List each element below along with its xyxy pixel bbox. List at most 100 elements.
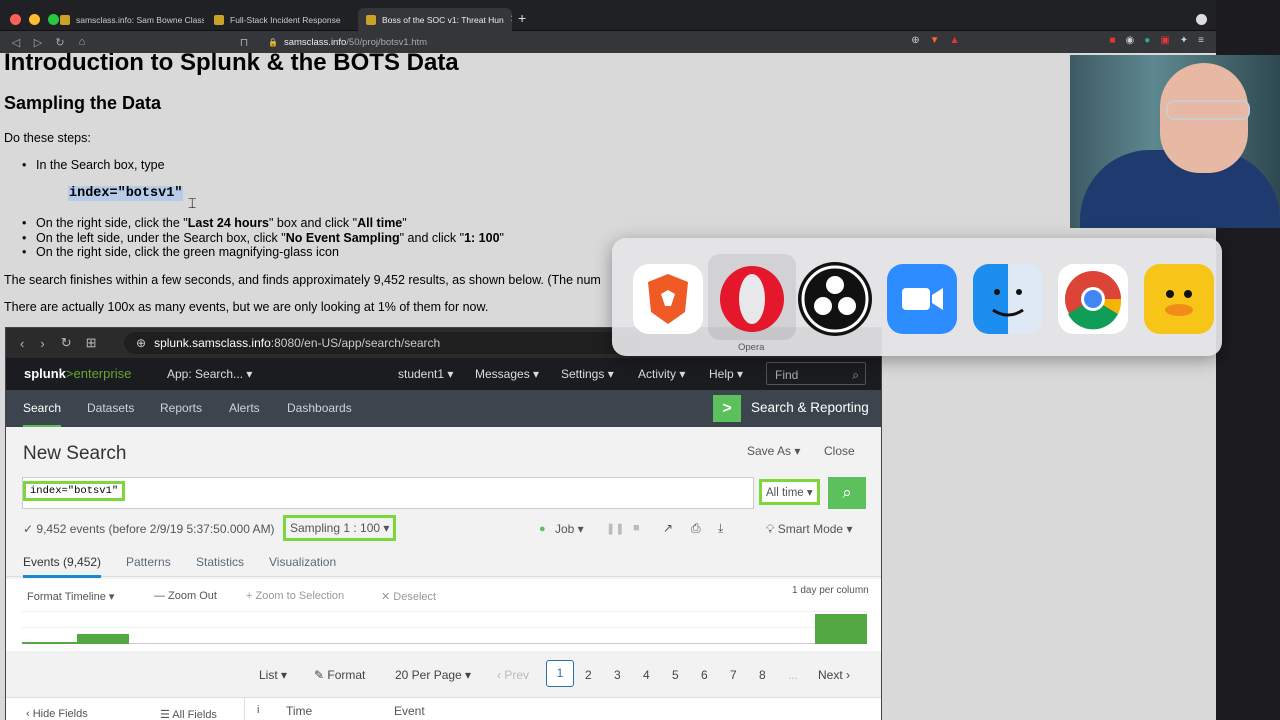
webcam-overlay bbox=[1070, 55, 1280, 228]
paragraph: The search finishes within a few seconds… bbox=[4, 273, 601, 287]
chrome-icon[interactable] bbox=[1058, 264, 1128, 334]
app-switcher: Opera bbox=[612, 238, 1222, 356]
menu-icon[interactable]: ≡ bbox=[1198, 35, 1204, 46]
search-icon: ⌕ bbox=[852, 368, 859, 382]
step-item: In the Search box, type bbox=[22, 158, 165, 172]
result-tabs: Events (9,452) Patterns Statistics Visua… bbox=[6, 547, 881, 578]
code-snippet: index="botsv1" bbox=[68, 186, 184, 201]
browser-tab[interactable]: Full-Stack Incident Response bbox=[206, 8, 354, 31]
page-button: 5 bbox=[672, 668, 679, 682]
reload-icon[interactable]: ↻ bbox=[54, 36, 66, 49]
find-input: Find ⌕ bbox=[766, 362, 866, 385]
web-page: Introduction to Splunk & the BOTS Data S… bbox=[0, 53, 1216, 720]
events-table-header: ‹ Hide Fields ☰ All Fields i Time Event bbox=[6, 697, 881, 720]
close-window-button[interactable] bbox=[10, 14, 21, 25]
opera-icon[interactable] bbox=[717, 264, 787, 334]
search-button-icon: ⌕ bbox=[828, 477, 866, 509]
nav-dashboards: Dashboards bbox=[287, 401, 352, 415]
splunk-logo: splunk>enterprise bbox=[24, 366, 132, 381]
grid-icon: ⊞ bbox=[85, 335, 97, 350]
search-query: index="botsv1" bbox=[22, 481, 126, 501]
activity-menu: Activity ▾ bbox=[638, 367, 686, 381]
next-page-button: Next › bbox=[818, 668, 851, 682]
minimize-window-button[interactable] bbox=[29, 14, 40, 25]
zoom-icon[interactable] bbox=[887, 264, 957, 334]
nav-datasets: Datasets bbox=[87, 401, 135, 415]
extensions-area: ⊕ ▼ ▲ ■ ◉ ● ▣ ✦ ≡ bbox=[911, 35, 1204, 46]
hide-fields-button: ‹ Hide Fields bbox=[26, 708, 88, 720]
app-menu: App: Search... ▾ bbox=[167, 367, 253, 381]
brave-icon[interactable] bbox=[633, 264, 703, 334]
extension-icon[interactable]: ◉ bbox=[1126, 35, 1135, 46]
favicon-icon bbox=[60, 14, 70, 25]
step-item: On the left side, under the Search box, … bbox=[22, 231, 504, 245]
back-icon[interactable]: ◁ bbox=[10, 36, 22, 49]
stop-icon: ■ bbox=[633, 522, 640, 534]
bookmark-icon[interactable]: ⊓ bbox=[238, 36, 250, 49]
back-icon: ‹ bbox=[20, 335, 25, 351]
browser-tab[interactable]: samsclass.info: Sam Bowne Class In bbox=[52, 8, 204, 31]
tab-search-icon[interactable] bbox=[1196, 14, 1207, 25]
browser-tab-bar: samsclass.info: Sam Bowne Class In Full-… bbox=[0, 0, 1216, 31]
intro-text: Do these steps: bbox=[4, 131, 91, 145]
extension-icon[interactable]: ● bbox=[1144, 35, 1150, 46]
step-item: On the right side, click the "Last 24 ho… bbox=[22, 216, 407, 230]
column-header-event: Event bbox=[394, 704, 425, 718]
splunk-screenshot: ‹ › ↻ ⊞ ⊕ splunk.samsclass.info:8080/en-U… bbox=[5, 327, 882, 720]
timeline-bar bbox=[815, 614, 867, 644]
close-button: Close bbox=[824, 444, 855, 458]
page-title: Introduction to Splunk & the BOTS Data bbox=[4, 53, 459, 76]
share-icon: ↗ bbox=[663, 521, 674, 535]
address-bar[interactable]: 🔒 samsclass.info/50/proj/botsv1.htm bbox=[258, 34, 958, 51]
cyberduck-icon[interactable] bbox=[1144, 264, 1214, 334]
app-title: Search & Reporting bbox=[751, 400, 869, 415]
forward-icon: › bbox=[40, 335, 45, 351]
pause-icon: ❚❚ bbox=[606, 523, 625, 535]
nav-search: Search bbox=[23, 401, 62, 428]
reload-icon: ↻ bbox=[60, 335, 72, 350]
page-button: 3 bbox=[614, 668, 621, 682]
lock-icon: 🔒 bbox=[268, 38, 278, 47]
page-button: 7 bbox=[730, 668, 737, 682]
zoom-icon[interactable]: ⊕ bbox=[911, 35, 919, 46]
page-ellipsis: ... bbox=[788, 668, 799, 682]
extension-icon[interactable]: ▣ bbox=[1160, 35, 1169, 46]
export-icon: ⤓ bbox=[718, 521, 724, 535]
tab-events: Events (9,452) bbox=[23, 555, 102, 578]
browser-tab-active[interactable]: Boss of the SOC v1: Threat Hun✕ bbox=[358, 8, 512, 31]
page-button: 4 bbox=[643, 668, 650, 682]
all-fields-button: ☰ All Fields bbox=[160, 709, 217, 720]
text-cursor-icon: ⌶ bbox=[188, 195, 197, 211]
brave-rewards-icon[interactable]: ▲ bbox=[950, 35, 960, 46]
step-item: On the right side, click the green magni… bbox=[22, 245, 339, 259]
tab-statistics: Statistics bbox=[196, 555, 245, 569]
prev-page-button: ‹ Prev bbox=[497, 668, 530, 682]
messages-menu: Messages ▾ bbox=[475, 367, 540, 381]
extensions-puzzle-icon[interactable]: ✦ bbox=[1180, 35, 1188, 46]
globe-icon: ⊕ bbox=[136, 336, 147, 350]
new-search-title: New Search bbox=[23, 443, 127, 464]
brave-shield-icon[interactable]: ▼ bbox=[930, 35, 940, 46]
presenter-glasses bbox=[1166, 100, 1250, 120]
timeline-axis bbox=[22, 643, 867, 644]
new-tab-button[interactable]: + bbox=[518, 10, 526, 26]
home-icon[interactable]: ⌂ bbox=[76, 36, 88, 48]
events-status: ✓ 9,452 events (before 2/9/19 5:37:50.00… bbox=[23, 522, 275, 536]
finder-icon[interactable] bbox=[973, 264, 1043, 334]
search-mode: 💡︎ Smart Mode ▾ bbox=[766, 522, 853, 536]
format-timeline-menu: Format Timeline ▾ bbox=[27, 591, 115, 603]
timeline-panel: Format Timeline ▾ — Zoom Out + Zoom to S… bbox=[6, 579, 881, 651]
sampling-dropdown: Sampling 1 : 100 ▾ bbox=[282, 515, 397, 541]
column-divider bbox=[244, 698, 245, 720]
user-menu: student1 ▾ bbox=[398, 367, 454, 381]
splunk-search-page: New Search Save As ▾ Close index="botsv1… bbox=[6, 427, 881, 720]
paragraph: There are actually 100x as many events, … bbox=[4, 300, 489, 314]
format-menu: ✎ Format bbox=[314, 668, 366, 682]
extension-icon[interactable]: ■ bbox=[1109, 35, 1115, 46]
forward-icon[interactable]: ▷ bbox=[32, 36, 44, 49]
time-range-picker: All time ▾ bbox=[759, 479, 820, 505]
obs-icon[interactable] bbox=[798, 262, 872, 336]
page-button: 8 bbox=[759, 668, 766, 682]
close-tab-icon[interactable]: ✕ bbox=[504, 14, 512, 25]
help-menu: Help ▾ bbox=[709, 367, 744, 381]
